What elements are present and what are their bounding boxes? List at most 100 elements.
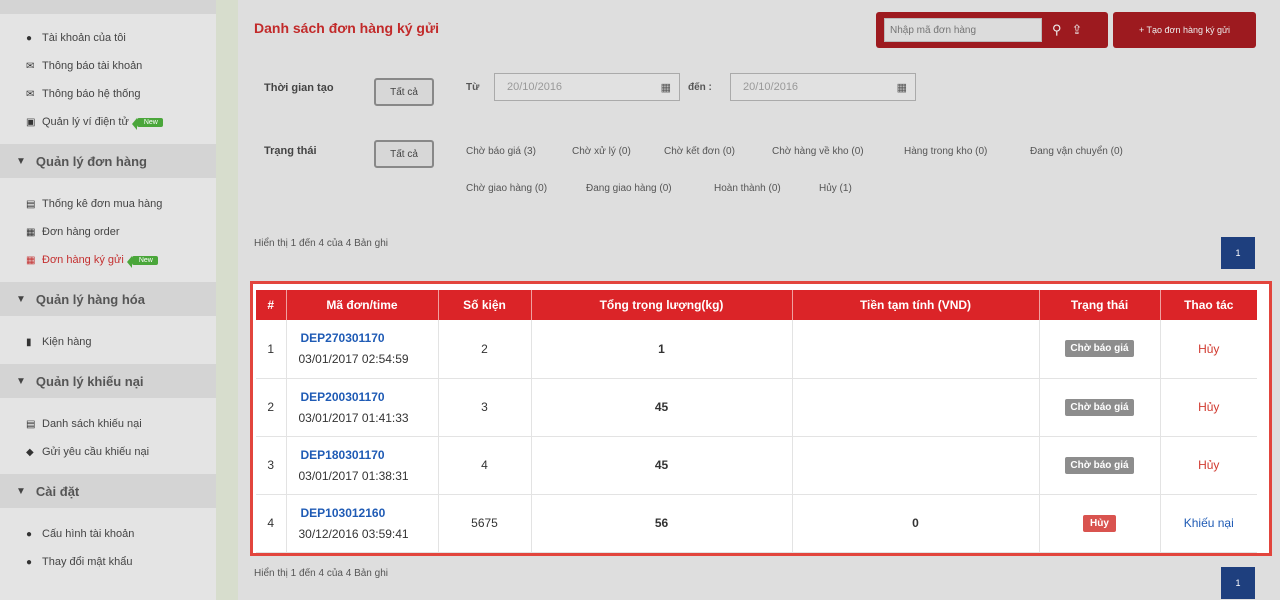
sidebar-item-my-account[interactable]: ● Tài khoản của tôi [0, 24, 216, 52]
status-label: Trạng thái [264, 145, 317, 157]
status-filter-awaiting-delivery[interactable]: Chờ giao hàng (0) [466, 183, 547, 194]
search-input[interactable] [884, 18, 1042, 42]
sidebar-group-header-orders[interactable]: ▼ Quản lý đơn hàng [0, 144, 216, 178]
action-cell: Khiếu nại [1160, 494, 1257, 553]
sidebar-item-change-password[interactable]: ● Thay đổi mật khẩu [0, 548, 216, 576]
order-code-cell: DEP270301170 03/01/2017 02:54:59 [286, 320, 439, 379]
status-filter-delivering[interactable]: Đang giao hàng (0) [586, 183, 672, 194]
send-icon: ◆ [26, 446, 34, 458]
status-filter-pending-quote[interactable]: Chờ báo giá (3) [466, 146, 536, 157]
weight-cell: 56 [531, 494, 793, 553]
status-cell: Chờ báo giá [1039, 436, 1161, 495]
order-code-cell: DEP200301170 03/01/2017 01:41:33 [286, 378, 439, 437]
col-header-status: Trạng thái [1039, 290, 1161, 320]
calendar-icon[interactable]: ▦ [661, 81, 671, 94]
action-cell: Hủy [1160, 436, 1257, 495]
sidebar-settings-items: ● Cấu hình tài khoản ● Thay đổi mật khẩu [0, 508, 216, 584]
order-time: 03/01/2017 02:54:59 [298, 352, 409, 367]
table-row: 4 DEP103012160 30/12/2016 03:59:41 5675 5… [256, 494, 1257, 553]
sidebar-item-label: Đơn hàng order [42, 226, 120, 238]
sidebar-group-title: Quản lý hàng hóa [35, 291, 145, 307]
cancel-link[interactable]: Hủy [1198, 342, 1219, 356]
packages-cell: 5675 [438, 494, 532, 553]
sidebar-group-header-complaints[interactable]: ▼ Quản lý khiếu nại [0, 364, 216, 398]
orders-table-highlight: # Mã đơn/time Số kiện Tổng trọng lượng(k… [250, 281, 1272, 556]
sidebar-item-consignment[interactable]: ▦ Đơn hàng ký gửi New [0, 246, 216, 274]
col-header-weight: Tổng trọng lượng(kg) [531, 290, 793, 320]
pagination-page-top[interactable]: 1 [1221, 237, 1255, 269]
sidebar-account-items: ● Tài khoản của tôi ✉ Thông báo tài khoản … [0, 14, 216, 144]
sidebar-item-label: Thông báo tài khoản [42, 60, 143, 72]
sidebar-item-complaint-list[interactable]: ▤ Danh sách khiếu nại [0, 410, 216, 438]
sidebar-item-order[interactable]: ▦ Đơn hàng order [0, 218, 216, 246]
row-index: 2 [256, 378, 287, 437]
pagination-page-bottom[interactable]: 1 [1221, 567, 1255, 599]
caret-down-icon: ▼ [16, 293, 26, 305]
status-cell: Chờ báo giá [1039, 320, 1161, 379]
action-cell: Hủy [1160, 320, 1257, 379]
status-filter-shipping[interactable]: Đang vận chuyển (0) [1030, 146, 1123, 157]
cancel-link[interactable]: Hủy [1198, 400, 1219, 414]
sidebar-item-label: Cấu hình tài khoản [42, 528, 135, 540]
sidebar-divider [216, 0, 238, 600]
from-date-input[interactable]: 20/10/2016 ▦ [494, 73, 680, 101]
sidebar-item-send-complaint[interactable]: ◆ Gửi yêu cầu khiếu nại [0, 438, 216, 466]
status-cell: Hủy [1039, 494, 1161, 553]
sidebar-item-label: Danh sách khiếu nại [42, 418, 142, 430]
sidebar-group-header-settings[interactable]: ▼ Cài đặt [0, 474, 216, 508]
table-row: 1 DEP270301170 03/01/2017 02:54:59 2 1 Ch… [256, 320, 1257, 379]
sidebar-complaints-items: ▤ Danh sách khiếu nại ◆ Gửi yêu cầu khiếu … [0, 398, 216, 474]
sidebar: ● Tài khoản của tôi ✉ Thông báo tài khoản … [0, 0, 216, 600]
export-icon[interactable]: ⇪ [1072, 22, 1083, 38]
status-filter-in-warehouse[interactable]: Hàng trong kho (0) [904, 146, 987, 157]
cancel-link[interactable]: Hủy [1198, 458, 1219, 472]
created-all-button[interactable]: Tất cả [374, 78, 434, 106]
order-time: 03/01/2017 01:41:33 [298, 410, 409, 425]
amount-cell [792, 436, 1040, 495]
amount-cell [792, 320, 1040, 379]
sidebar-group-header-account[interactable] [0, 0, 216, 14]
lock-icon: ● [26, 556, 33, 568]
user-icon: ● [26, 32, 33, 44]
sidebar-item-packages[interactable]: ▮ Kiện hàng [0, 328, 216, 356]
status-badge: Chờ báo giá [1065, 456, 1134, 474]
list-icon: ▤ [26, 418, 36, 430]
status-badge: Chờ báo giá [1065, 398, 1134, 416]
table-header-row: # Mã đơn/time Số kiện Tổng trọng lượng(k… [256, 290, 1257, 320]
sidebar-item-label: Kiện hàng [42, 336, 92, 348]
orders-table: # Mã đơn/time Số kiện Tổng trọng lượng(k… [256, 290, 1257, 553]
status-filter-cancelled[interactable]: Hủy (1) [819, 183, 852, 194]
order-code-link[interactable]: DEP103012160 [299, 506, 438, 520]
complain-link[interactable]: Khiếu nại [1184, 516, 1234, 530]
create-consignment-button[interactable]: + Tạo đơn hàng ký gửi [1113, 12, 1256, 48]
status-filter-processing[interactable]: Chờ xử lý (0) [572, 146, 631, 157]
sidebar-item-account-config[interactable]: ● Cấu hình tài khoản [0, 520, 216, 548]
search-icon[interactable]: ⚲ [1052, 22, 1062, 38]
sidebar-group-header-goods[interactable]: ▼ Quản lý hàng hóa [0, 282, 216, 316]
amount-cell: 0 [792, 494, 1040, 553]
sidebar-item-order-stats[interactable]: ▤ Thống kê đơn mua hàng [0, 190, 216, 218]
status-badge: Hủy [1083, 514, 1116, 532]
gear-icon: ● [26, 528, 33, 540]
sidebar-item-label: Gửi yêu cầu khiếu nại [42, 446, 150, 458]
col-header-action: Thao tác [1160, 290, 1257, 320]
sidebar-item-system-notifications[interactable]: ✉ Thông báo hệ thống [0, 80, 216, 108]
sidebar-item-account-notifications[interactable]: ✉ Thông báo tài khoản [0, 52, 216, 80]
order-code-link[interactable]: DEP270301170 [299, 331, 438, 345]
new-badge: New [126, 255, 158, 268]
status-all-button[interactable]: Tất cả [374, 140, 434, 168]
row-index: 4 [256, 494, 287, 553]
row-index: 1 [256, 320, 287, 379]
action-cell: Hủy [1160, 378, 1257, 437]
to-date-input[interactable]: 20/10/2016 ▦ [730, 73, 916, 101]
sidebar-item-wallet[interactable]: ▣ Quản lý ví điện tử New [0, 108, 216, 136]
caret-down-icon: ▼ [16, 375, 26, 387]
status-filter-closing[interactable]: Chờ kết đơn (0) [664, 146, 735, 157]
calendar-icon[interactable]: ▦ [897, 81, 907, 94]
packages-cell: 3 [438, 378, 532, 437]
status-filter-completed[interactable]: Hoàn thành (0) [714, 183, 781, 194]
order-code-link[interactable]: DEP200301170 [299, 390, 438, 404]
order-code-link[interactable]: DEP180301170 [299, 448, 438, 462]
col-header-amount: Tiền tạm tính (VND) [792, 290, 1040, 320]
status-filter-awaiting-warehouse[interactable]: Chờ hàng về kho (0) [772, 146, 864, 157]
